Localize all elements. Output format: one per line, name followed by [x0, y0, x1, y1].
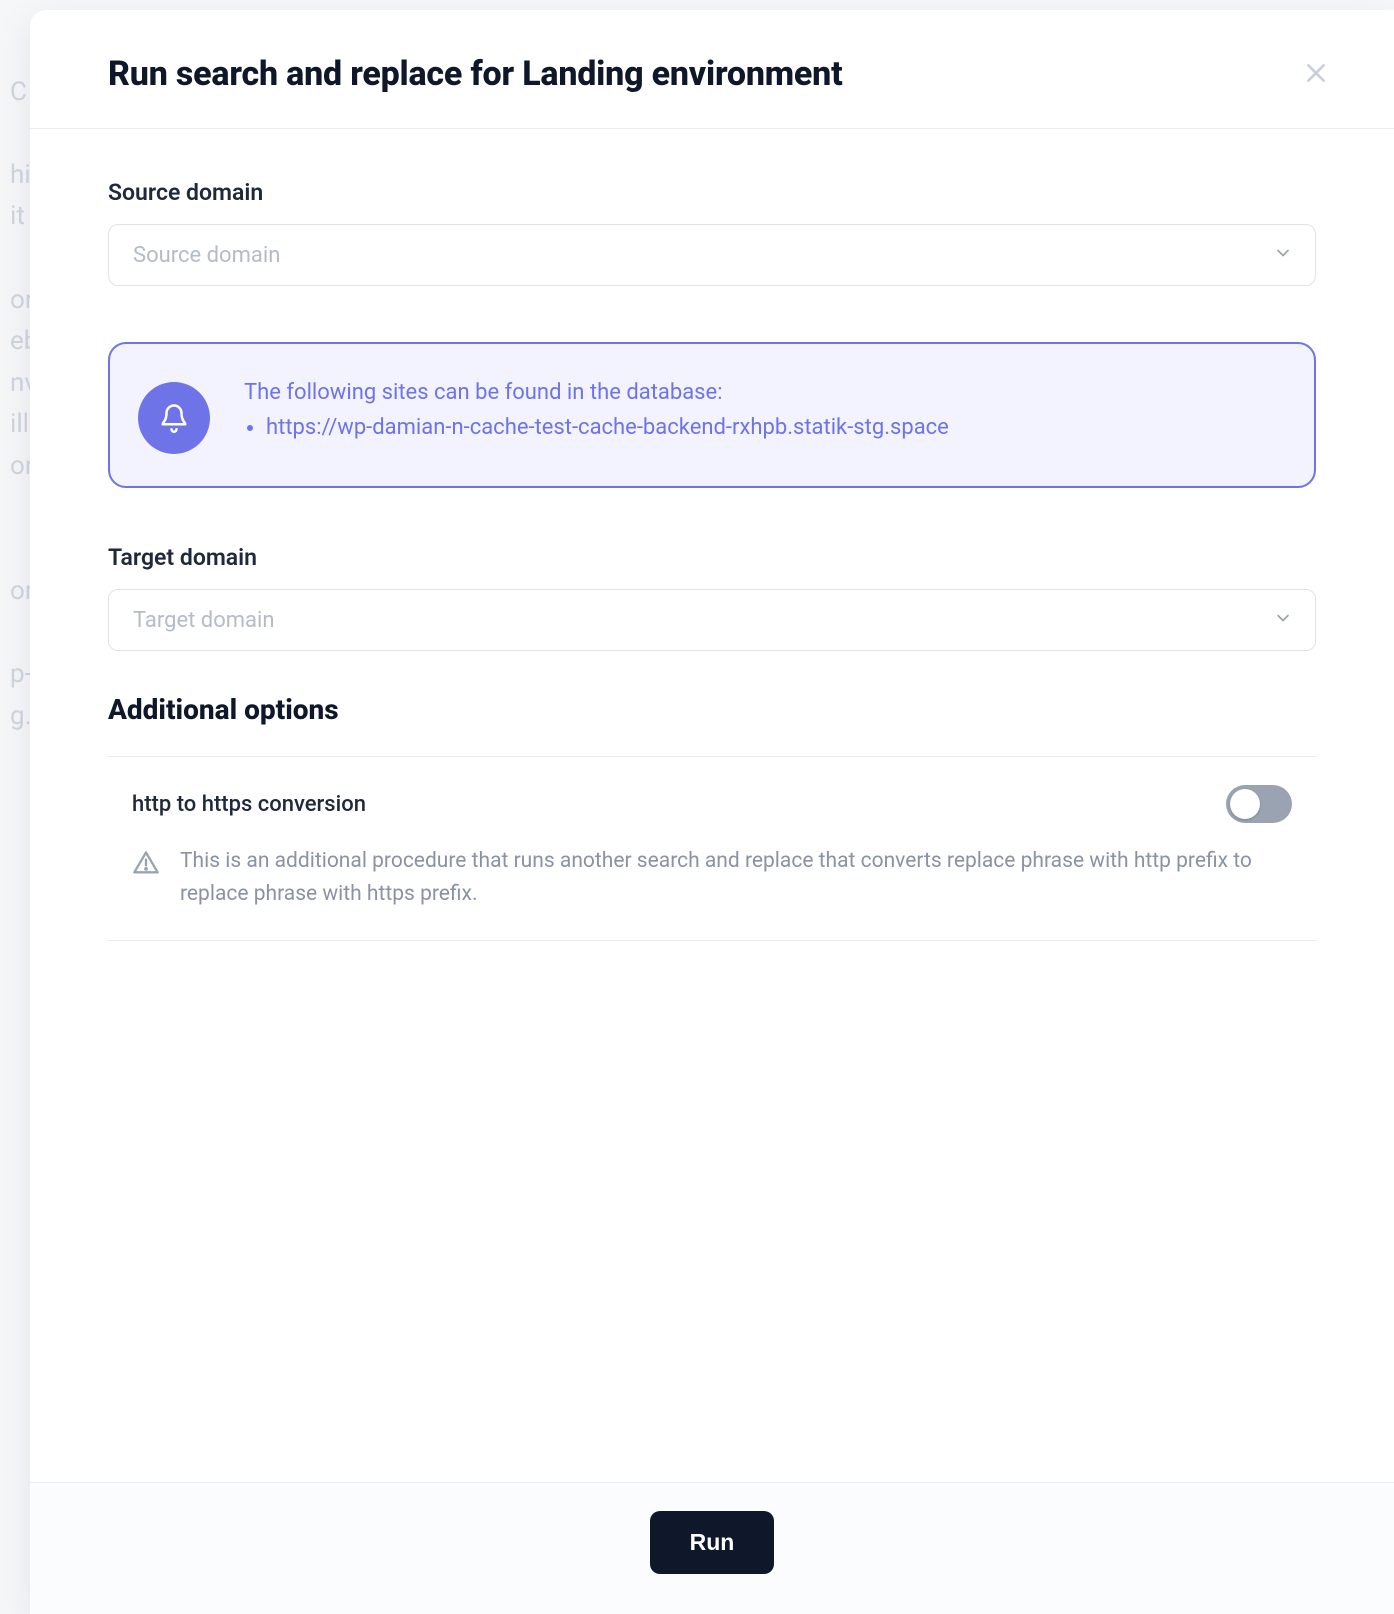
target-domain-placeholder: Target domain — [133, 608, 275, 633]
target-domain-field: Target domain Target domain — [108, 544, 1316, 651]
modal-footer: Run — [30, 1482, 1394, 1614]
source-domain-select[interactable]: Source domain — [108, 224, 1316, 286]
chevron-down-icon — [1273, 608, 1293, 632]
close-button[interactable] — [1298, 56, 1334, 92]
target-domain-label: Target domain — [108, 544, 1316, 571]
target-domain-select[interactable]: Target domain — [108, 589, 1316, 651]
chevron-down-icon — [1273, 243, 1293, 267]
modal-title: Run search and replace for Landing envir… — [108, 54, 843, 94]
bell-icon — [138, 382, 210, 454]
run-button[interactable]: Run — [650, 1511, 775, 1574]
info-site-item: https://wp-damian-n-cache-test-cache-bac… — [266, 411, 949, 444]
warning-icon — [132, 849, 160, 881]
search-replace-modal: Run search and replace for Landing envir… — [30, 10, 1394, 1614]
http-https-toggle[interactable] — [1226, 785, 1292, 823]
info-text: The following sites can be found in the … — [244, 376, 949, 444]
info-sites-list: https://wp-damian-n-cache-test-cache-bac… — [244, 411, 949, 444]
source-domain-field: Source domain Source domain — [108, 179, 1316, 286]
toggle-knob — [1230, 789, 1260, 819]
database-sites-info: The following sites can be found in the … — [108, 342, 1316, 488]
info-heading: The following sites can be found in the … — [244, 376, 949, 409]
http-https-title: http to https conversion — [132, 792, 366, 817]
close-icon — [1303, 60, 1329, 89]
modal-header: Run search and replace for Landing envir… — [30, 10, 1394, 129]
modal-body: Source domain Source domain The followin… — [30, 129, 1394, 1482]
additional-options-heading: Additional options — [108, 693, 1316, 726]
http-https-option: http to https conversion This is an addi… — [108, 756, 1316, 941]
http-https-description: This is an additional procedure that run… — [180, 845, 1292, 910]
source-domain-label: Source domain — [108, 179, 1316, 206]
source-domain-placeholder: Source domain — [133, 243, 280, 268]
